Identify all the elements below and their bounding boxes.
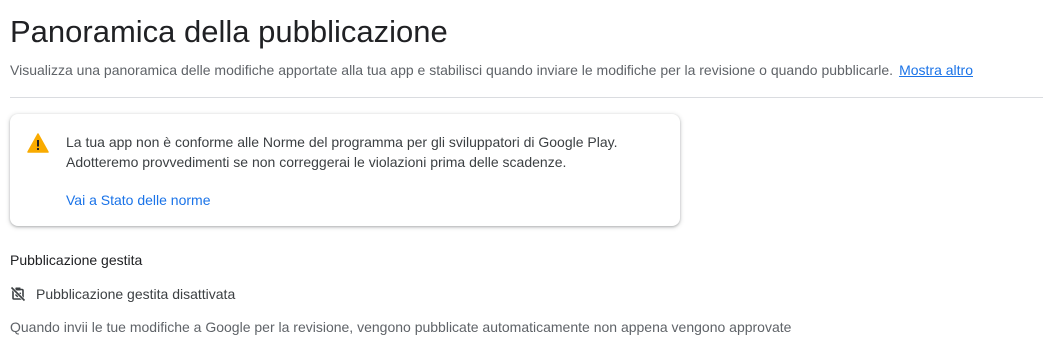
policy-status-link[interactable]: Vai a Stato delle norme — [66, 191, 211, 209]
managed-publishing-off-icon — [10, 286, 26, 302]
header-divider — [10, 97, 1043, 98]
page-subtitle-row: Visualizza una panoramica delle modifich… — [10, 61, 973, 79]
show-more-link[interactable]: Mostra altro — [899, 62, 973, 78]
warning-line-2: Adotteremo provvedimenti se non corregge… — [66, 154, 567, 170]
managed-publishing-status-text: Pubblicazione gestita disattivata — [36, 286, 236, 302]
managed-publishing-description: Quando invii le tue modifiche a Google p… — [10, 319, 792, 335]
warning-message: La tua app non è conforme alle Norme del… — [66, 132, 617, 172]
managed-publishing-heading: Pubblicazione gestita — [10, 252, 143, 268]
warning-triangle-icon — [27, 133, 49, 153]
managed-publishing-status: Pubblicazione gestita disattivata — [10, 284, 235, 304]
warning-line-1: La tua app non è conforme alle Norme del… — [66, 134, 618, 150]
policy-warning-card: La tua app non è conforme alle Norme del… — [10, 114, 680, 226]
page-title: Panoramica della pubblicazione — [10, 14, 448, 49]
page-subtitle: Visualizza una panoramica delle modifich… — [10, 62, 894, 78]
